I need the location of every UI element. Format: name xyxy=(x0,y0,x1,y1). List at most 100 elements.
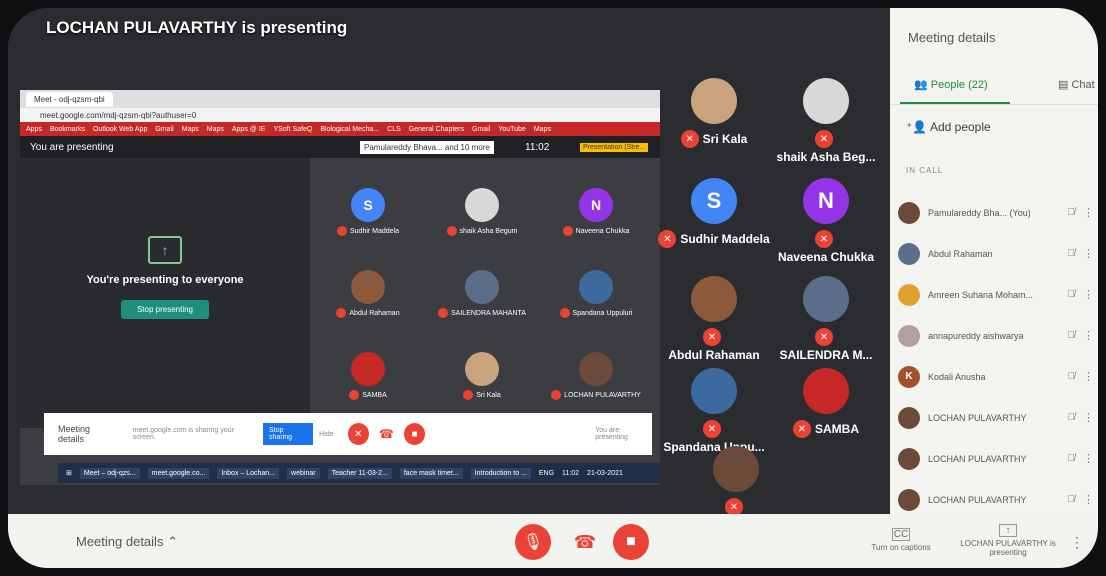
people-list-item[interactable]: Amreen Suhana Moham... 🎙̸ ⋮ xyxy=(898,274,1094,315)
inner-presenting-bar: You are presenting Pamulareddy Bhava... … xyxy=(20,136,660,158)
mic-muted-icon: 🎙̸ xyxy=(1067,494,1076,505)
stop-presenting-button[interactable]: Stop presenting xyxy=(120,300,210,319)
avatar xyxy=(898,324,920,347)
inner-hangup-icon[interactable]: ☎ xyxy=(379,427,394,441)
avatar xyxy=(579,352,613,386)
inner-meeting-details[interactable]: Meeting details xyxy=(58,424,117,444)
bookmark-item[interactable]: Maps xyxy=(207,126,224,133)
windows-start-icon[interactable]: ⊞ xyxy=(66,469,72,477)
meeting-details-button[interactable]: Meeting details ⌃ xyxy=(76,534,178,550)
avatar xyxy=(713,446,759,492)
inner-you-presenting: You are presenting xyxy=(30,141,114,153)
bookmark-item[interactable]: Bookmarks xyxy=(50,126,85,133)
bookmark-item[interactable]: Apps @ IE xyxy=(232,126,266,133)
people-list-item[interactable]: Abdul Rahaman 🎙̸ ⋮ xyxy=(898,233,1094,274)
bookmark-item[interactable]: Outlook Web App xyxy=(93,126,147,133)
tab-chat[interactable]: ▤ Chat xyxy=(1058,78,1095,91)
avatar xyxy=(691,78,737,124)
taskbar-item[interactable]: Meet – odj-qzs... xyxy=(79,467,140,479)
mic-off-icon xyxy=(446,226,457,236)
bookmark-item[interactable]: Maps xyxy=(182,126,199,133)
browser-tab[interactable]: Meet - odj-qzsm-qbi xyxy=(26,91,113,107)
bookmark-item[interactable]: General Chapters xyxy=(409,126,464,133)
person-name: LOCHAN PULAVARTHY xyxy=(928,412,1027,423)
taskbar-item[interactable]: webinar xyxy=(287,467,320,479)
add-people-button[interactable]: ⁺👤 Add people xyxy=(906,120,991,134)
people-list: Pamulareddy Bha... (You) 🎙̸ ⋮ Abdul Rahaman… xyxy=(898,192,1094,520)
mic-off-icon[interactable]: 🎙 xyxy=(515,524,551,560)
participant-tile: ✕SAILENDRA M... xyxy=(770,276,882,364)
avatar xyxy=(803,78,849,124)
add-person-icon: ⁺👤 xyxy=(906,120,930,134)
avatar xyxy=(579,270,613,304)
more-options-icon[interactable]: ⋮ xyxy=(1083,370,1094,383)
more-options-icon[interactable]: ⋮ xyxy=(1083,452,1094,465)
tab-people[interactable]: 👥 People (22) xyxy=(914,78,988,91)
mic-off-icon: ✕ xyxy=(793,420,811,438)
panel-tabs: 👥 People (22) ▤ Chat xyxy=(890,72,1098,105)
inner-you-are-presenting: You are presenting xyxy=(595,427,628,441)
people-list-item[interactable]: LOCHAN PULAVARTHY 🎙̸ ⋮ xyxy=(898,397,1094,438)
hide-button[interactable]: Hide xyxy=(319,431,333,438)
more-options-icon[interactable]: ⋮ xyxy=(1083,206,1094,219)
presenter-chip[interactable]: Pamulareddy Bhava... and 10 more xyxy=(360,140,494,154)
more-options-icon[interactable]: ⋮ xyxy=(1083,247,1094,260)
avatar xyxy=(898,447,920,470)
people-list-item[interactable]: annapureddy aishwarya 🎙̸ ⋮ xyxy=(898,315,1094,356)
chat-icon: ▤ xyxy=(1058,79,1072,91)
mic-off-icon: ✕ xyxy=(658,230,677,248)
panel-title: Meeting details xyxy=(908,30,996,45)
presenting-to-everyone: You're presenting to everyone xyxy=(86,274,244,286)
people-list-item[interactable]: LOCHAN PULAVARTHY 🎙̸ ⋮ xyxy=(898,438,1094,479)
more-options-icon[interactable]: ⋮ xyxy=(1083,411,1094,424)
bookmarks-bar: Apps Bookmarks Outlook Web App Gmail Maps Map… xyxy=(20,122,660,136)
stop-sharing-button[interactable]: Stop sharing xyxy=(263,423,314,445)
bookmark-item[interactable]: Gmail xyxy=(472,126,490,133)
bookmark-item[interactable]: YSoft SafeQ xyxy=(273,126,312,133)
participant-name: ✕Naveena Chukka xyxy=(770,230,882,266)
taskbar-item[interactable]: meet.google.co... xyxy=(147,467,210,479)
more-options-icon[interactable]: ⋮ xyxy=(1070,534,1084,551)
mic-off-icon: ✕ xyxy=(703,328,721,346)
taskbar-item[interactable]: Inbox – Lochan... xyxy=(217,467,280,479)
active-tab-indicator xyxy=(900,102,1010,104)
avatar: S xyxy=(691,178,737,224)
more-options-icon[interactable]: ⋮ xyxy=(1083,493,1094,506)
sharing-notice: meet.google.com is sharing your screen. xyxy=(132,427,234,441)
chevron-up-icon: ⌃ xyxy=(167,534,178,549)
avatar xyxy=(465,188,499,222)
bookmark-item[interactable]: Gmail xyxy=(155,126,173,133)
captions-button[interactable]: CC Turn on captions xyxy=(866,528,936,552)
avatar xyxy=(691,276,737,322)
bookmark-item[interactable]: Maps xyxy=(534,126,551,133)
inner-participant-name: Sri Kala xyxy=(426,390,538,400)
inner-participant-grid: S Sudhir Maddela shaik Asha Begum N Naveena … xyxy=(312,182,652,418)
bookmark-item[interactable]: Biological Mecha... xyxy=(320,126,379,133)
inner-mic-off-icon[interactable]: ✕ xyxy=(347,423,369,445)
cc-icon: CC xyxy=(892,528,910,541)
participant-name: ✕shaik Asha Beg... xyxy=(770,130,882,166)
address-bar[interactable]: meet.google.com/mdj-qzsm-qbi?authuser=0 xyxy=(20,108,660,122)
more-options-icon[interactable]: ⋮ xyxy=(1083,329,1094,342)
person-name: LOCHAN PULAVARTHY xyxy=(928,494,1027,505)
people-list-item[interactable]: Pamulareddy Bha... (You) 🎙̸ ⋮ xyxy=(898,192,1094,233)
mic-off-icon xyxy=(349,390,360,400)
inner-participant-tile: SAMBA xyxy=(312,346,424,422)
present-now-button[interactable]: ↑ LOCHAN PULAVARTHY is presenting xyxy=(958,524,1058,557)
bookmark-item[interactable]: YouTube xyxy=(498,126,526,133)
participant-tile: S ✕ Sudhir Maddela xyxy=(658,178,770,248)
inner-participant-name: SAILENDRA MAHANTA xyxy=(426,308,538,318)
taskbar-item[interactable]: face mask timet... xyxy=(399,467,463,479)
inner-camera-off-icon[interactable]: ■ xyxy=(403,423,426,445)
bookmark-item[interactable]: Apps xyxy=(26,126,42,133)
person-name: Amreen Suhana Moham... xyxy=(928,289,1034,300)
participant-name: ✕ Sudhir Maddela xyxy=(658,230,770,248)
hangup-icon[interactable]: ☎ xyxy=(567,524,603,560)
camera-off-icon[interactable]: ■ xyxy=(613,524,649,560)
people-list-item[interactable]: K Kodali Anusha 🎙̸ ⋮ xyxy=(898,356,1094,397)
mic-off-icon: ✕ xyxy=(680,130,699,148)
more-options-icon[interactable]: ⋮ xyxy=(1083,288,1094,301)
taskbar-item[interactable]: Introduction to ... xyxy=(470,467,531,479)
bookmark-item[interactable]: CLS xyxy=(387,126,401,133)
taskbar-item[interactable]: Teacher 11-03-2... xyxy=(327,467,392,479)
